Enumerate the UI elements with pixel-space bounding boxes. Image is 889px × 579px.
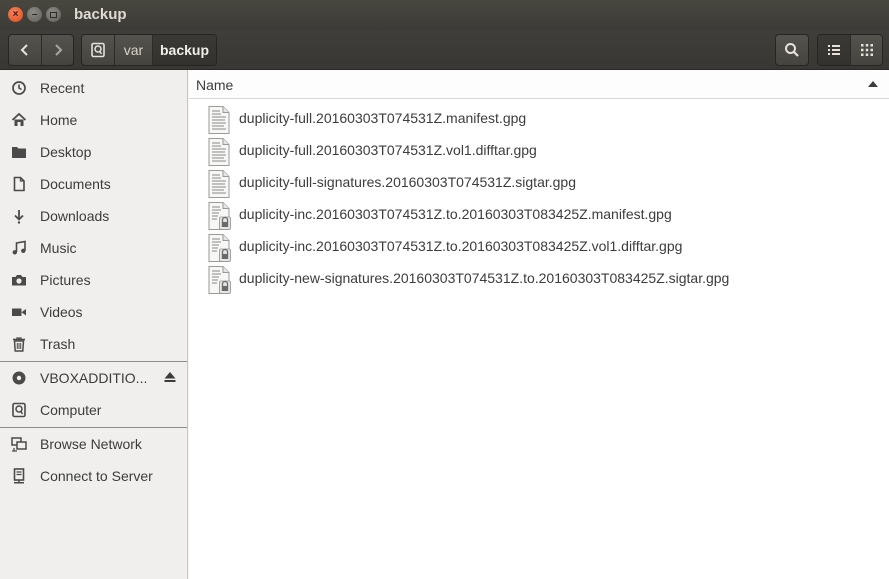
file-row[interactable]: duplicity-full-signatures.20160303T07453… — [189, 166, 889, 198]
disc-icon — [12, 371, 26, 385]
minimize-icon: – — [31, 8, 38, 20]
file-row[interactable]: duplicity-new-signatures.20160303T074531… — [189, 262, 889, 294]
sidebar-item-label: Computer — [40, 402, 102, 418]
text-file-icon — [205, 137, 233, 167]
document-icon — [13, 176, 25, 192]
list-view-icon — [828, 45, 840, 55]
sidebar-item-label: Pictures — [40, 272, 91, 288]
sidebar-item-videos[interactable]: Videos — [0, 296, 187, 326]
sidebar-item-label: Documents — [40, 176, 111, 192]
file-name: duplicity-full.20160303T074531Z.vol1.dif… — [239, 142, 537, 158]
sidebar-item-label: Home — [40, 112, 78, 128]
close-icon: × — [12, 8, 19, 20]
sidebar-item-downloads[interactable]: Downloads — [0, 200, 187, 230]
clock-icon — [12, 81, 26, 95]
close-window-button[interactable]: × — [8, 7, 23, 22]
sidebar-item-label: Connect to Server — [40, 468, 153, 484]
sidebar-item-label: Trash — [40, 336, 76, 352]
text-file-icon — [205, 169, 233, 199]
search-icon — [785, 43, 799, 57]
sidebar-item-recent[interactable]: Recent — [0, 72, 187, 102]
grid-view-button[interactable] — [850, 35, 882, 65]
file-name: duplicity-inc.20160303T074531Z.to.201603… — [239, 206, 672, 222]
sidebar-item-label: Desktop — [40, 144, 92, 160]
sidebar-item-home[interactable]: Home — [0, 104, 187, 134]
sidebar-item-label: VBOXADDITIO... — [40, 370, 148, 386]
drive-icon — [12, 402, 26, 418]
text-file-icon — [205, 105, 233, 135]
forward-button[interactable] — [41, 35, 73, 65]
file-list-view: Name duplicity-full.20160303T074531Z.man… — [189, 70, 889, 579]
sidebar-item-music[interactable]: Music — [0, 232, 187, 262]
locked-file-icon — [205, 265, 233, 295]
file-row[interactable]: duplicity-inc.20160303T074531Z.to.201603… — [189, 198, 889, 230]
view-mode-buttons — [817, 34, 883, 66]
folder-icon — [12, 147, 26, 158]
toolbar: var backup — [0, 30, 889, 70]
maximize-icon — [50, 11, 57, 18]
file-manager-window: × – backup var backup Recent Home Deskto… — [0, 0, 889, 579]
sidebar-item-computer[interactable]: Computer — [0, 394, 187, 424]
chevron-left-icon — [20, 44, 28, 56]
sidebar: Recent Home Desktop Documents Downloads … — [0, 70, 188, 579]
chevron-right-icon — [54, 44, 62, 56]
sidebar-item-vboxadditions[interactable]: VBOXADDITIO... — [0, 362, 187, 392]
trash-icon — [13, 337, 25, 352]
file-row[interactable]: duplicity-full.20160303T074531Z.vol1.dif… — [189, 134, 889, 166]
minimize-window-button[interactable]: – — [27, 7, 42, 22]
sidebar-item-label: Videos — [40, 304, 83, 320]
navigation-buttons — [8, 34, 74, 66]
music-icon — [12, 240, 26, 255]
sidebar-item-label: Music — [40, 240, 77, 256]
sidebar-item-label: Downloads — [40, 208, 110, 224]
window-title: backup — [74, 6, 127, 23]
network-icon — [11, 437, 27, 452]
file-name: duplicity-inc.20160303T074531Z.to.201603… — [239, 238, 683, 254]
search-button-group — [775, 34, 809, 66]
locked-file-icon — [205, 233, 233, 263]
title-bar: × – backup — [0, 0, 889, 30]
locked-file-icon — [205, 201, 233, 231]
home-icon — [11, 112, 27, 126]
camera-icon — [12, 275, 26, 286]
column-header-label: Name — [196, 77, 234, 93]
path-crumb-backup[interactable]: backup — [152, 35, 216, 65]
sidebar-item-pictures[interactable]: Pictures — [0, 264, 187, 294]
eject-icon[interactable] — [164, 370, 176, 384]
name-column-header[interactable]: Name — [189, 70, 889, 99]
download-icon — [14, 210, 24, 224]
sidebar-item-documents[interactable]: Documents — [0, 168, 187, 198]
sidebar-item-browse-network[interactable]: Browse Network — [0, 428, 187, 458]
list-view-button[interactable] — [818, 35, 850, 65]
sidebar-item-label: Recent — [40, 80, 85, 96]
file-name: duplicity-full-signatures.20160303T07453… — [239, 174, 576, 190]
sort-ascending-icon — [868, 81, 878, 87]
sidebar-item-trash[interactable]: Trash — [0, 328, 187, 358]
path-bar: var backup — [81, 34, 217, 66]
sidebar-item-connect-to-server[interactable]: Connect to Server — [0, 460, 187, 490]
sidebar-item-desktop[interactable]: Desktop — [0, 136, 187, 166]
maximize-window-button[interactable] — [46, 7, 61, 22]
path-crumb-var[interactable]: var — [114, 35, 152, 65]
search-button[interactable] — [776, 35, 808, 65]
back-button[interactable] — [9, 35, 41, 65]
path-root-button[interactable] — [82, 35, 114, 65]
file-name: duplicity-new-signatures.20160303T074531… — [239, 270, 730, 286]
file-name: duplicity-full.20160303T074531Z.manifest… — [239, 110, 527, 126]
file-row[interactable]: duplicity-inc.20160303T074531Z.to.201603… — [189, 230, 889, 262]
file-row[interactable]: duplicity-full.20160303T074531Z.manifest… — [189, 102, 889, 134]
server-icon — [13, 468, 25, 484]
video-icon — [12, 308, 26, 316]
sidebar-item-label: Browse Network — [40, 436, 142, 452]
drive-icon — [91, 42, 105, 58]
grid-view-icon — [860, 44, 873, 56]
